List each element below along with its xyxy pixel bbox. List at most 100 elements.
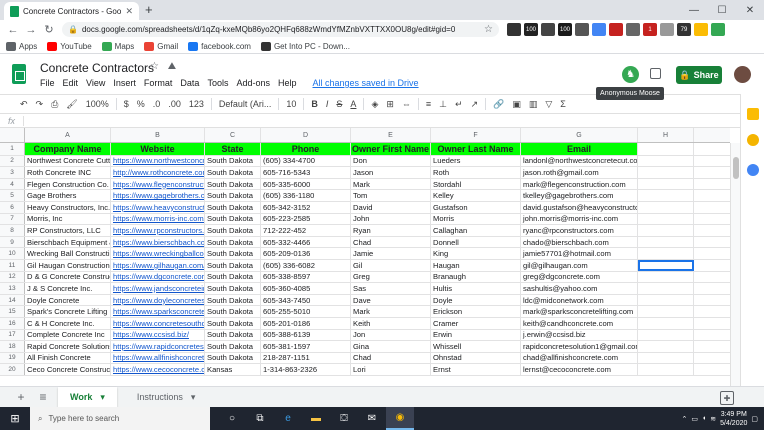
table-cell[interactable]: 605-388-6139 bbox=[261, 329, 351, 341]
back-icon[interactable]: ← bbox=[4, 24, 22, 36]
column-header[interactable]: H bbox=[638, 128, 694, 142]
table-cell[interactable]: Ryan bbox=[351, 225, 431, 236]
table-cell[interactable]: https://www.bierschbach.con bbox=[111, 236, 205, 248]
sheet-tab-instructions[interactable]: Instructions ▾ bbox=[125, 387, 208, 407]
table-cell[interactable]: Gina bbox=[351, 341, 431, 352]
row-number[interactable]: 1 bbox=[0, 143, 25, 155]
table-cell[interactable]: https://www.gagebrothers.co bbox=[111, 190, 205, 201]
close-tab-icon[interactable]: ✕ bbox=[125, 6, 133, 17]
column-header[interactable]: C bbox=[205, 128, 261, 142]
mail-icon[interactable]: ✉ bbox=[358, 407, 386, 430]
table-cell[interactable]: Erwin bbox=[431, 329, 521, 341]
table-cell[interactable]: tkelley@gagebrothers.com bbox=[521, 190, 638, 201]
table-cell[interactable]: Haugan bbox=[431, 259, 521, 271]
table-cell[interactable]: 605-332-4466 bbox=[261, 236, 351, 248]
address-bar[interactable]: 🔒 docs.google.com/spreadsheets/d/1qZq-kx… bbox=[62, 22, 499, 37]
table-cell[interactable]: Mark bbox=[351, 306, 431, 317]
table-cell[interactable]: C & H Concrete Inc. bbox=[25, 317, 111, 329]
network-icon[interactable]: ▭ bbox=[691, 415, 698, 423]
table-cell[interactable]: https://www.gilhaugan.com/ bbox=[111, 259, 205, 271]
table-cell[interactable]: South Dakota bbox=[205, 248, 261, 259]
table-cell[interactable]: Chad bbox=[351, 236, 431, 248]
table-cell[interactable]: https://www.rapidconcretesol bbox=[111, 341, 205, 352]
extension-icon[interactable] bbox=[711, 23, 725, 36]
table-cell[interactable]: RP Constructors, LLC bbox=[25, 225, 111, 236]
table-cell[interactable]: landonl@northwestconcretecut.com bbox=[521, 155, 638, 167]
table-cell[interactable]: Mark bbox=[351, 178, 431, 190]
table-cell[interactable]: 605-360-4085 bbox=[261, 283, 351, 294]
table-cell[interactable]: https://www.jandsconcreteinc bbox=[111, 283, 205, 294]
tasks-icon[interactable] bbox=[747, 164, 759, 176]
table-cell[interactable]: https://www.cecoconcrete.co bbox=[111, 364, 205, 375]
menu-item-add-ons[interactable]: Add-ons bbox=[236, 78, 270, 88]
table-cell[interactable]: Jamie bbox=[351, 248, 431, 259]
windows-start-icon[interactable]: ⊞ bbox=[0, 412, 30, 425]
table-cell[interactable]: 605-716-5343 bbox=[261, 167, 351, 178]
table-cell[interactable]: john.morris@morris-inc.com bbox=[521, 213, 638, 225]
extension-icon[interactable] bbox=[575, 23, 589, 36]
table-cell[interactable] bbox=[638, 201, 694, 213]
undo-icon[interactable]: ↶ bbox=[16, 99, 32, 110]
table-cell[interactable]: greg@dgconcrete.com bbox=[521, 271, 638, 283]
table-cell[interactable]: South Dakota bbox=[205, 201, 261, 213]
table-cell[interactable]: South Dakota bbox=[205, 178, 261, 190]
table-cell[interactable]: mark@flegenconstruction.com bbox=[521, 178, 638, 190]
table-cell[interactable]: 605-209-0136 bbox=[261, 248, 351, 259]
table-cell[interactable]: https://www.concretesouthdo bbox=[111, 317, 205, 329]
table-cell[interactable]: Branaugh bbox=[431, 271, 521, 283]
browser-tab[interactable]: Concrete Contractors - Google S ✕ bbox=[4, 2, 139, 20]
edge-icon[interactable]: e bbox=[274, 407, 302, 430]
table-cell[interactable] bbox=[638, 236, 694, 248]
table-cell[interactable]: Chad bbox=[351, 352, 431, 364]
menu-item-tools[interactable]: Tools bbox=[207, 78, 228, 88]
column-header[interactable]: F bbox=[431, 128, 521, 142]
table-cell[interactable]: South Dakota bbox=[205, 352, 261, 364]
menu-item-edit[interactable]: Edit bbox=[63, 78, 79, 88]
table-cell[interactable]: 605-343-7450 bbox=[261, 294, 351, 306]
table-cell[interactable]: South Dakota bbox=[205, 167, 261, 178]
row-number[interactable]: 9 bbox=[0, 236, 25, 248]
table-cell[interactable]: All Finish Concrete bbox=[25, 352, 111, 364]
table-cell[interactable]: South Dakota bbox=[205, 190, 261, 201]
fill-color-icon[interactable]: ◈ bbox=[367, 99, 382, 110]
table-cell[interactable]: Morris, Inc bbox=[25, 213, 111, 225]
table-cell[interactable] bbox=[638, 306, 694, 317]
extension-icon[interactable] bbox=[660, 23, 674, 36]
text-rotation-icon[interactable]: ↗ bbox=[467, 99, 483, 110]
table-cell[interactable]: Whissell bbox=[431, 341, 521, 352]
table-cell[interactable]: 605-255-5010 bbox=[261, 306, 351, 317]
anonymous-user-avatar-icon[interactable]: ♞ bbox=[622, 66, 639, 83]
table-cell[interactable]: Roth Concrete INC bbox=[25, 167, 111, 178]
table-cell[interactable] bbox=[638, 167, 694, 178]
extension-icon[interactable]: 1 bbox=[643, 23, 657, 36]
row-number[interactable]: 5 bbox=[0, 190, 25, 201]
table-cell[interactable]: lernst@cecoconcrete.com bbox=[521, 364, 638, 375]
explore-icon[interactable]: ✚ bbox=[720, 391, 734, 405]
all-sheets-icon[interactable]: ≡ bbox=[36, 390, 50, 404]
forward-icon[interactable]: → bbox=[22, 24, 40, 36]
select-all-corner[interactable] bbox=[0, 128, 25, 142]
table-cell[interactable]: Greg bbox=[351, 271, 431, 283]
menu-item-view[interactable]: View bbox=[86, 78, 105, 88]
row-number[interactable]: 3 bbox=[0, 167, 25, 178]
extension-icon[interactable] bbox=[592, 23, 606, 36]
menu-item-format[interactable]: Format bbox=[144, 78, 173, 88]
add-sheet-icon[interactable]: + bbox=[14, 390, 28, 404]
table-cell[interactable]: South Dakota bbox=[205, 259, 261, 271]
table-cell[interactable]: Callaghan bbox=[431, 225, 521, 236]
table-cell[interactable]: Gage Brothers bbox=[25, 190, 111, 201]
table-cell[interactable]: Northwest Concrete Cuttir bbox=[25, 155, 111, 167]
table-cell[interactable]: chado@bierschbach.com bbox=[521, 236, 638, 248]
table-cell[interactable]: 605-342-3152 bbox=[261, 201, 351, 213]
table-cell[interactable]: Ceco Concrete Constructi bbox=[25, 364, 111, 375]
row-number[interactable]: 20 bbox=[0, 364, 25, 375]
vertical-align-icon[interactable]: ⊥ bbox=[435, 99, 451, 110]
table-cell[interactable]: https://www.doyleconcretesd bbox=[111, 294, 205, 306]
table-cell[interactable]: Stordahl bbox=[431, 178, 521, 190]
insert-chart-icon[interactable]: ▥ bbox=[525, 99, 542, 110]
table-cell[interactable]: South Dakota bbox=[205, 329, 261, 341]
table-cell[interactable]: Keith bbox=[351, 317, 431, 329]
menu-item-insert[interactable]: Insert bbox=[113, 78, 136, 88]
table-cell[interactable]: South Dakota bbox=[205, 155, 261, 167]
table-cell[interactable]: 218-287-1151 bbox=[261, 352, 351, 364]
